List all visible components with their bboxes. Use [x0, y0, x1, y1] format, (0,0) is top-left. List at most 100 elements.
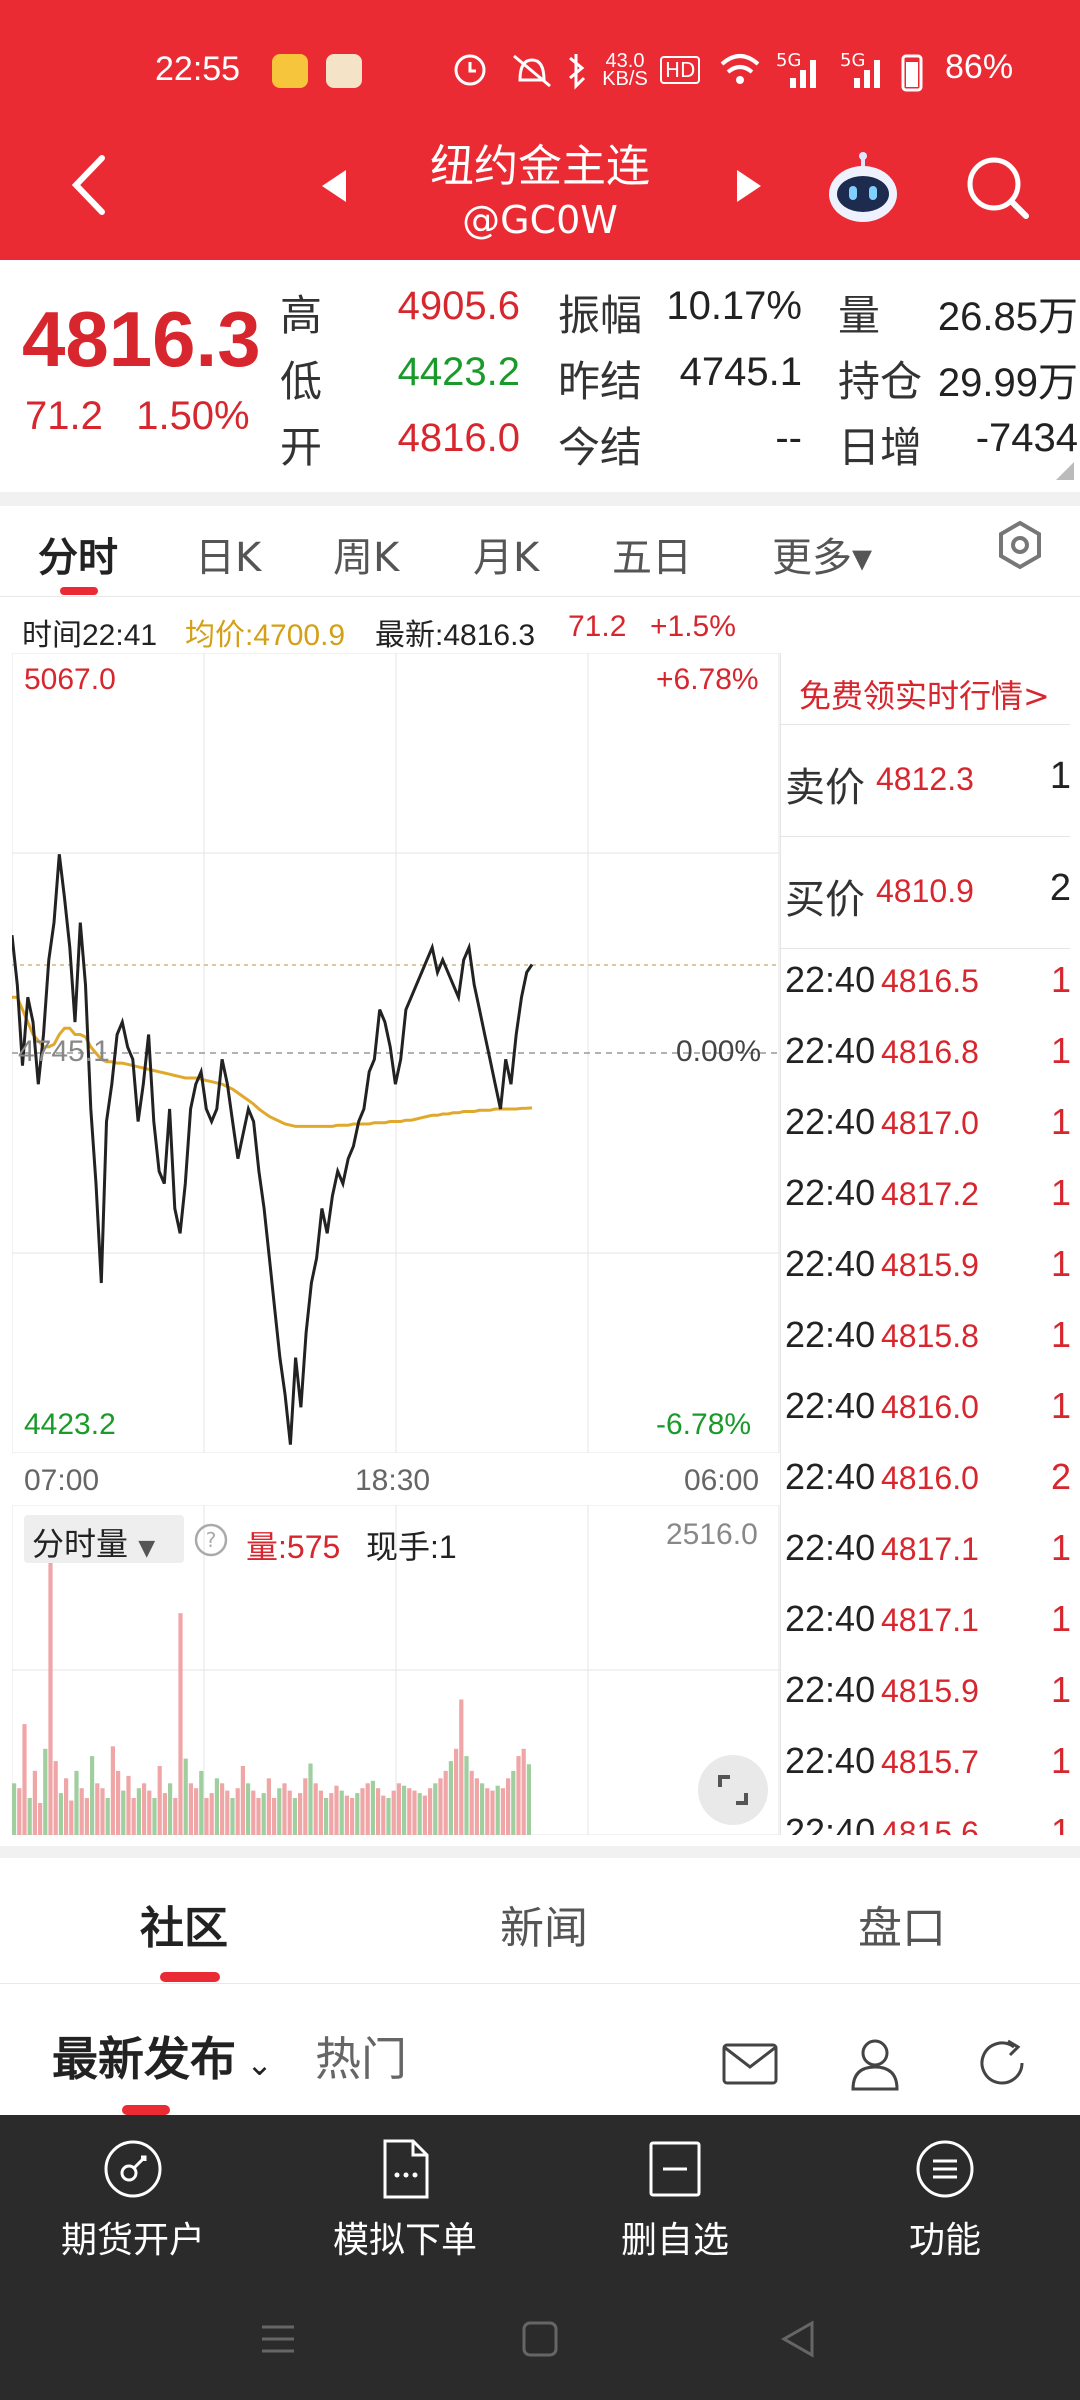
tick-row: 22:40 4815.6 1 — [781, 1801, 1070, 1835]
tab-community[interactable]: 社区 — [140, 1892, 228, 1956]
functions-button[interactable]: 功能 — [830, 2137, 1060, 2263]
home-icon[interactable] — [516, 2315, 564, 2363]
tick-time: 22:40 — [785, 1527, 876, 1568]
volume-bar — [261, 1793, 266, 1835]
volume-bar — [12, 1783, 17, 1835]
minus-box-icon — [649, 2141, 701, 2197]
recent-apps-icon[interactable] — [254, 2315, 302, 2363]
volume-bar — [32, 1770, 37, 1835]
tab-hot-posts[interactable]: 热门 — [315, 2023, 407, 2089]
volume-bar — [235, 1788, 240, 1835]
simulated-order-button[interactable]: 模拟下单 — [290, 2137, 520, 2263]
info-change: 71.2 — [568, 610, 627, 643]
remove-watchlist-button[interactable]: 删自选 — [560, 2137, 790, 2263]
svg-text:?: ? — [206, 1528, 217, 1552]
volume-bar — [204, 1798, 209, 1835]
volume-bar — [173, 1798, 178, 1835]
tab-five-day[interactable]: 五日 — [612, 525, 692, 583]
tick-row: 22:40 4817.1 1 — [781, 1588, 1070, 1659]
ask-volume: 1 — [1049, 755, 1070, 797]
volume-bar — [58, 1793, 63, 1835]
last-price: 4816.3 — [22, 295, 261, 383]
volume-bar — [38, 1803, 43, 1835]
header-bar: 22:55 43.0 KB/S HD 5G 5G 86% 纽约金主连 @GC0W — [0, 0, 1080, 260]
mid-price-label: 4745.1 — [18, 1035, 110, 1068]
volume-bar — [324, 1798, 329, 1835]
back-icon[interactable] — [774, 2315, 822, 2363]
tick-time: 22:40 — [785, 1101, 876, 1142]
volume-bar — [365, 1783, 370, 1835]
futures-account-button[interactable]: 期货开户 — [18, 2137, 248, 2263]
volume-bar — [282, 1783, 287, 1835]
volume-bar — [121, 1790, 126, 1835]
volume-type-select[interactable]: 分时量 ▼ — [24, 1515, 184, 1563]
x-tick-mid: 18:30 — [355, 1464, 431, 1497]
volume-bar — [391, 1790, 396, 1835]
tick-time: 22:40 — [785, 1172, 876, 1213]
chart-settings-icon[interactable] — [995, 520, 1045, 570]
volume-bar — [396, 1783, 401, 1835]
volume-bar — [448, 1761, 453, 1835]
volume-bar — [298, 1793, 303, 1835]
order-book-panel: 免费领实时行情> 卖价 4812.3 1 买价 4810.9 2 22:40 48… — [780, 653, 1070, 1835]
x-tick-end: 06:00 — [684, 1464, 760, 1497]
tab-intraday[interactable]: 分时 — [38, 525, 118, 583]
intraday-price-chart[interactable] — [12, 653, 780, 1453]
daily-change-value: -7434 — [975, 416, 1078, 460]
amplitude-label: 振幅 — [558, 291, 643, 340]
volume-bar — [376, 1788, 381, 1835]
volume-bar — [136, 1788, 141, 1835]
volume-bar — [339, 1790, 344, 1835]
tick-time: 22:40 — [785, 959, 876, 1000]
tick-row: 22:40 4816.0 2 — [781, 1446, 1070, 1517]
battery-percent: 86% — [945, 48, 1014, 86]
tick-volume: 1 — [1050, 1243, 1070, 1284]
tick-row: 22:40 4815.9 1 — [781, 1659, 1070, 1730]
active-subtab-indicator — [122, 2105, 170, 2115]
search-icon[interactable] — [962, 152, 1032, 222]
volume-bar — [74, 1770, 79, 1835]
amplitude-value: 10.17% — [666, 284, 802, 328]
volume-bar — [194, 1788, 199, 1835]
tab-more[interactable]: 更多▾ — [772, 525, 872, 583]
volume-bar — [157, 1766, 162, 1835]
tab-order-book[interactable]: 盘口 — [858, 1892, 946, 1956]
volume-bar — [183, 1758, 188, 1835]
wifi-icon — [720, 54, 760, 84]
volume-bar — [344, 1795, 349, 1835]
tick-price: 4816.5 — [881, 963, 979, 999]
info-latest: 最新:4816.3 — [375, 619, 536, 652]
user-icon[interactable] — [845, 2033, 905, 2093]
status-bar: 22:55 43.0 KB/S HD 5G 5G 86% — [0, 0, 1080, 140]
realtime-quote-promo-link[interactable]: 免费领实时行情> — [781, 653, 1070, 725]
tab-daily-k[interactable]: 日K — [195, 525, 261, 583]
fullscreen-button[interactable] — [698, 1755, 768, 1825]
prev-contract-icon[interactable] — [318, 168, 350, 204]
refresh-icon[interactable] — [972, 2033, 1032, 2093]
volume-bar — [495, 1785, 500, 1835]
tab-news[interactable]: 新闻 — [500, 1892, 588, 1956]
weibo-app-icon — [272, 54, 308, 88]
tick-volume: 1 — [1050, 1172, 1070, 1213]
volume-bar — [100, 1788, 105, 1835]
tick-volume: 1 — [1050, 959, 1070, 1000]
robot-assistant-icon[interactable] — [825, 150, 901, 226]
help-icon[interactable]: ? — [193, 1522, 229, 1558]
tab-latest-posts[interactable]: 最新发布 ⌄ — [52, 2023, 273, 2089]
mail-icon[interactable] — [720, 2033, 780, 2093]
back-arrow-icon[interactable] — [62, 150, 122, 220]
tick-row: 22:40 4815.7 1 — [781, 1730, 1070, 1801]
tab-monthly-k[interactable]: 月K — [473, 525, 539, 583]
volume-bar — [266, 1778, 271, 1835]
chevron-down-icon: ⌄ — [236, 2045, 273, 2083]
tick-price: 4815.6 — [881, 1815, 979, 1835]
tick-volume: 1 — [1050, 1101, 1070, 1142]
volume-bar — [459, 1699, 464, 1835]
chart-period-tabs: 分时 日K 周K 月K 五日 更多▾ — [0, 505, 1080, 597]
next-contract-icon[interactable] — [733, 168, 765, 204]
tick-volume: 1 — [1050, 1811, 1070, 1835]
tab-weekly-k[interactable]: 周K — [333, 525, 399, 583]
tick-price: 4817.0 — [881, 1105, 979, 1141]
volume-bar — [43, 1748, 48, 1835]
tick-row: 22:40 4816.8 1 — [781, 1020, 1070, 1091]
